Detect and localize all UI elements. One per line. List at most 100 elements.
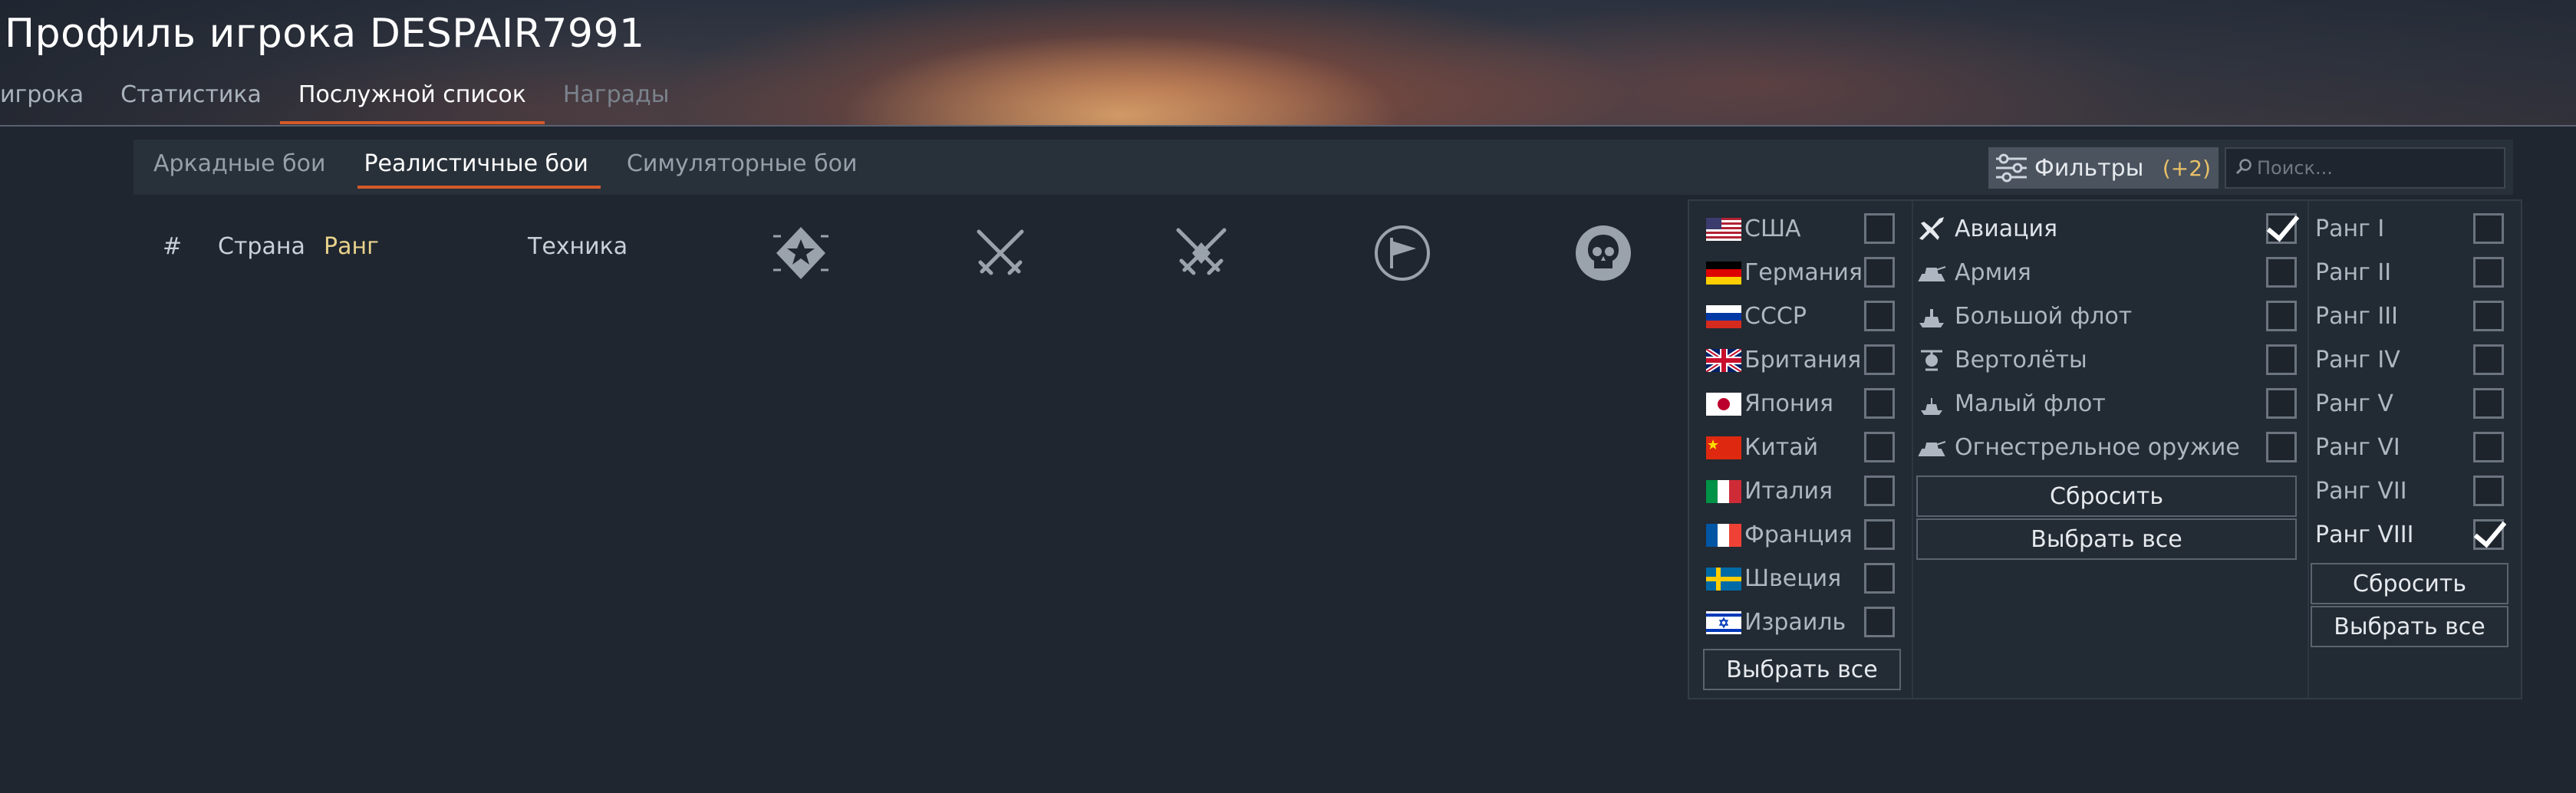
large-ship-icon [1916, 303, 1947, 331]
rank-reset-button[interactable]: Сбросить [2311, 563, 2508, 604]
tab-simulator-battles[interactable]: Симуляторные бои [607, 140, 876, 195]
tab-service-record[interactable]: Послужной список [279, 77, 545, 124]
country-checkbox[interactable] [1864, 257, 1895, 288]
rank-select-all-button[interactable]: Выбрать все [2311, 606, 2508, 647]
country-checkbox[interactable] [1864, 388, 1895, 419]
filter-rank-1[interactable]: Ранг I [2315, 207, 2516, 251]
filter-rank-4[interactable]: Ранг IV [2315, 338, 2516, 382]
filter-type-coastal-fleet[interactable]: Малый флот [1916, 382, 2329, 426]
column-country[interactable]: Страна [218, 233, 305, 260]
rank-checkbox[interactable] [2473, 519, 2504, 550]
usa-flag-icon [1706, 217, 1741, 241]
filter-rank-6[interactable]: Ранг VI [2315, 426, 2516, 469]
country-label: Германия [1744, 259, 1863, 286]
filter-rank-2[interactable]: Ранг II [2315, 251, 2516, 294]
tab-statistics[interactable]: Статистика [102, 77, 280, 124]
china-flag-icon [1706, 436, 1741, 459]
country-checkbox[interactable] [1864, 344, 1895, 375]
table-header: # Страна Ранг Техника [0, 222, 1688, 281]
battles-icon[interactable] [1171, 222, 1232, 284]
filter-country-britain[interactable]: Британия [1706, 338, 1904, 382]
country-checkbox[interactable] [1864, 563, 1895, 594]
filter-type-bluewater-fleet[interactable]: Большой флот [1916, 294, 2329, 338]
column-divider [1912, 201, 1913, 698]
country-checkbox[interactable] [1864, 432, 1895, 462]
rank-checkbox[interactable] [2473, 388, 2504, 419]
filter-rank-5[interactable]: Ранг V [2315, 382, 2516, 426]
ussr-flag-icon [1706, 304, 1741, 328]
game-mode-bar: Аркадные бои Реалистичные бои Симуляторн… [133, 140, 2513, 195]
country-checkbox[interactable] [1864, 475, 1895, 506]
filter-type-helicopters[interactable]: Вертолёты [1916, 338, 2329, 382]
filter-country-china[interactable]: Китай [1706, 426, 1904, 469]
type-select-all-button[interactable]: Выбрать все [1916, 518, 2297, 560]
filter-country-japan[interactable]: Япония [1706, 382, 1904, 426]
japan-flag-icon [1706, 392, 1741, 416]
filter-type-army[interactable]: Армия [1916, 251, 2329, 294]
filter-country-ussr[interactable]: СССР [1706, 294, 1904, 338]
filter-type-aviation[interactable]: Авиация [1916, 207, 2329, 251]
germany-flag-icon [1706, 261, 1741, 285]
country-filter-column: США Германия СССР Британия Япония Китай … [1706, 207, 1904, 644]
filter-country-germany[interactable]: Германия [1706, 251, 1904, 294]
country-select-all-button[interactable]: Выбрать все [1703, 649, 1901, 690]
filter-country-usa[interactable]: США [1706, 207, 1904, 251]
rank-label: Ранг VIII [2315, 522, 2414, 548]
tab-arcade-battles[interactable]: Аркадные бои [133, 140, 344, 195]
tab-player[interactable]: игрока [0, 77, 102, 124]
filter-sliders-icon [1988, 153, 2034, 183]
column-rank[interactable]: Ранг [324, 233, 379, 260]
country-checkbox[interactable] [1864, 213, 1895, 244]
rank-label: Ранг I [2315, 216, 2385, 242]
rank-filter-column: Ранг I Ранг II Ранг III Ранг IV Ранг V Р… [2315, 207, 2516, 557]
italy-flag-icon [1706, 479, 1741, 503]
filter-country-israel[interactable]: Израиль [1706, 601, 1904, 644]
search-icon [2235, 158, 2252, 178]
rank-checkbox[interactable] [2473, 344, 2504, 375]
type-checkbox[interactable] [2266, 301, 2297, 331]
search-input[interactable] [2257, 157, 2487, 179]
country-label: СССР [1744, 303, 1807, 330]
country-checkbox[interactable] [1864, 301, 1895, 331]
rank-checkbox[interactable] [2473, 213, 2504, 244]
country-label: Швеция [1744, 565, 1842, 592]
column-number[interactable]: # [163, 233, 182, 260]
small-ship-icon [1916, 390, 1947, 418]
firearm-icon [1916, 434, 1947, 462]
type-checkbox[interactable] [2266, 432, 2297, 462]
filters-button[interactable]: Фильтры (+2) [1988, 147, 2219, 189]
rank-checkbox[interactable] [2473, 257, 2504, 288]
filter-rank-7[interactable]: Ранг VII [2315, 469, 2516, 513]
country-checkbox[interactable] [1864, 519, 1895, 550]
victories-icon[interactable] [770, 222, 832, 284]
type-checkbox[interactable] [2266, 344, 2297, 375]
country-checkbox[interactable] [1864, 607, 1895, 637]
filter-country-sweden[interactable]: Швеция [1706, 557, 1904, 601]
tank-icon [1916, 259, 1947, 287]
country-label: США [1744, 216, 1801, 242]
kills-skull-icon[interactable] [1573, 222, 1634, 284]
type-reset-button[interactable]: Сбросить [1916, 475, 2297, 517]
tab-realistic-battles[interactable]: Реалистичные бои [344, 140, 606, 195]
filter-rank-8[interactable]: Ранг VIII [2315, 513, 2516, 557]
rank-checkbox[interactable] [2473, 432, 2504, 462]
column-vehicle[interactable]: Техника [528, 233, 628, 260]
tab-awards[interactable]: Награды [545, 77, 688, 124]
rank-label: Ранг VI [2315, 434, 2400, 461]
plane-icon [1916, 216, 1947, 243]
swords-icon[interactable] [970, 222, 1031, 284]
filter-country-italy[interactable]: Италия [1706, 469, 1904, 513]
rank-checkbox[interactable] [2473, 301, 2504, 331]
filter-rank-3[interactable]: Ранг III [2315, 294, 2516, 338]
type-checkbox[interactable] [2266, 388, 2297, 419]
rank-label: Ранг II [2315, 259, 2392, 286]
flag-capture-icon[interactable] [1372, 222, 1433, 284]
type-checkbox[interactable] [2266, 257, 2297, 288]
filter-type-firearms[interactable]: Огнестрельное оружие [1916, 426, 2329, 469]
rank-checkbox[interactable] [2473, 475, 2504, 506]
profile-header: Профиль игрока DESPAIR7991 игрока Статис… [0, 0, 2576, 127]
type-checkbox[interactable] [2266, 213, 2297, 244]
filter-country-france[interactable]: Франция [1706, 513, 1904, 557]
country-label: Франция [1744, 522, 1853, 548]
vehicle-type-filter-column: Авиация Армия Большой флот Вертолёты Мал… [1916, 207, 2329, 469]
